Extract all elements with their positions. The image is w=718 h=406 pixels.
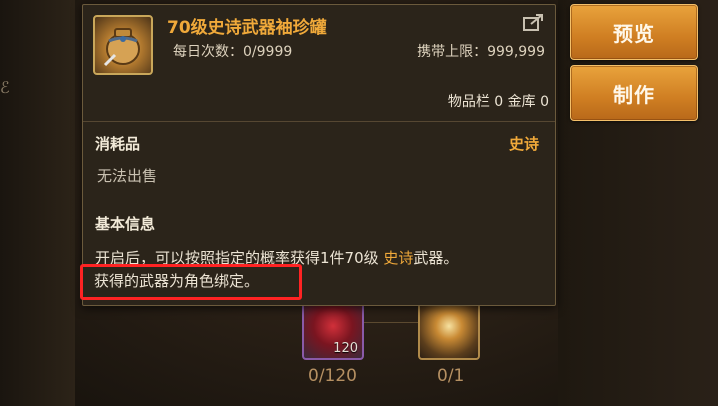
item-name: 70级史诗武器袖珍罐 bbox=[167, 18, 327, 38]
material-progress-1: 0/120 bbox=[308, 366, 357, 386]
left-background-panel bbox=[0, 0, 75, 406]
gold-emblem-slot[interactable] bbox=[418, 298, 480, 360]
material-count: 120 bbox=[333, 341, 358, 356]
carry-limit-label: 携带上限：999,999 bbox=[417, 44, 545, 60]
tooltip-divider bbox=[83, 121, 555, 122]
share-icon[interactable] bbox=[523, 13, 545, 31]
daily-uses-label: 每日次数：0/9999 bbox=[173, 44, 293, 60]
material-progress-2: 0/1 bbox=[437, 366, 465, 386]
rarity-label: 史诗 bbox=[508, 135, 539, 153]
desc-epic-highlight: 史诗 bbox=[383, 249, 414, 267]
storage-count-label: 物品栏 0 金库 0 bbox=[447, 94, 549, 110]
desc-suffix: 武器。 bbox=[413, 249, 459, 267]
sell-status-label: 无法出售 bbox=[97, 167, 158, 185]
right-background-panel bbox=[558, 0, 718, 406]
craft-button[interactable]: 制作 bbox=[570, 65, 698, 121]
pouch-jar-icon bbox=[93, 15, 153, 75]
purple-material-slot[interactable]: 120 bbox=[302, 298, 364, 360]
basic-info-title: 基本信息 bbox=[95, 215, 156, 233]
preview-button[interactable]: 预览 bbox=[570, 4, 698, 60]
highlight-box bbox=[80, 264, 302, 300]
category-label: 消耗品 bbox=[95, 135, 141, 153]
left-edge-glyph-icon: ℰ bbox=[0, 78, 10, 97]
item-tooltip: 70级史诗武器袖珍罐 每日次数：0/9999 携带上限：999,999 物品栏 … bbox=[82, 4, 556, 306]
